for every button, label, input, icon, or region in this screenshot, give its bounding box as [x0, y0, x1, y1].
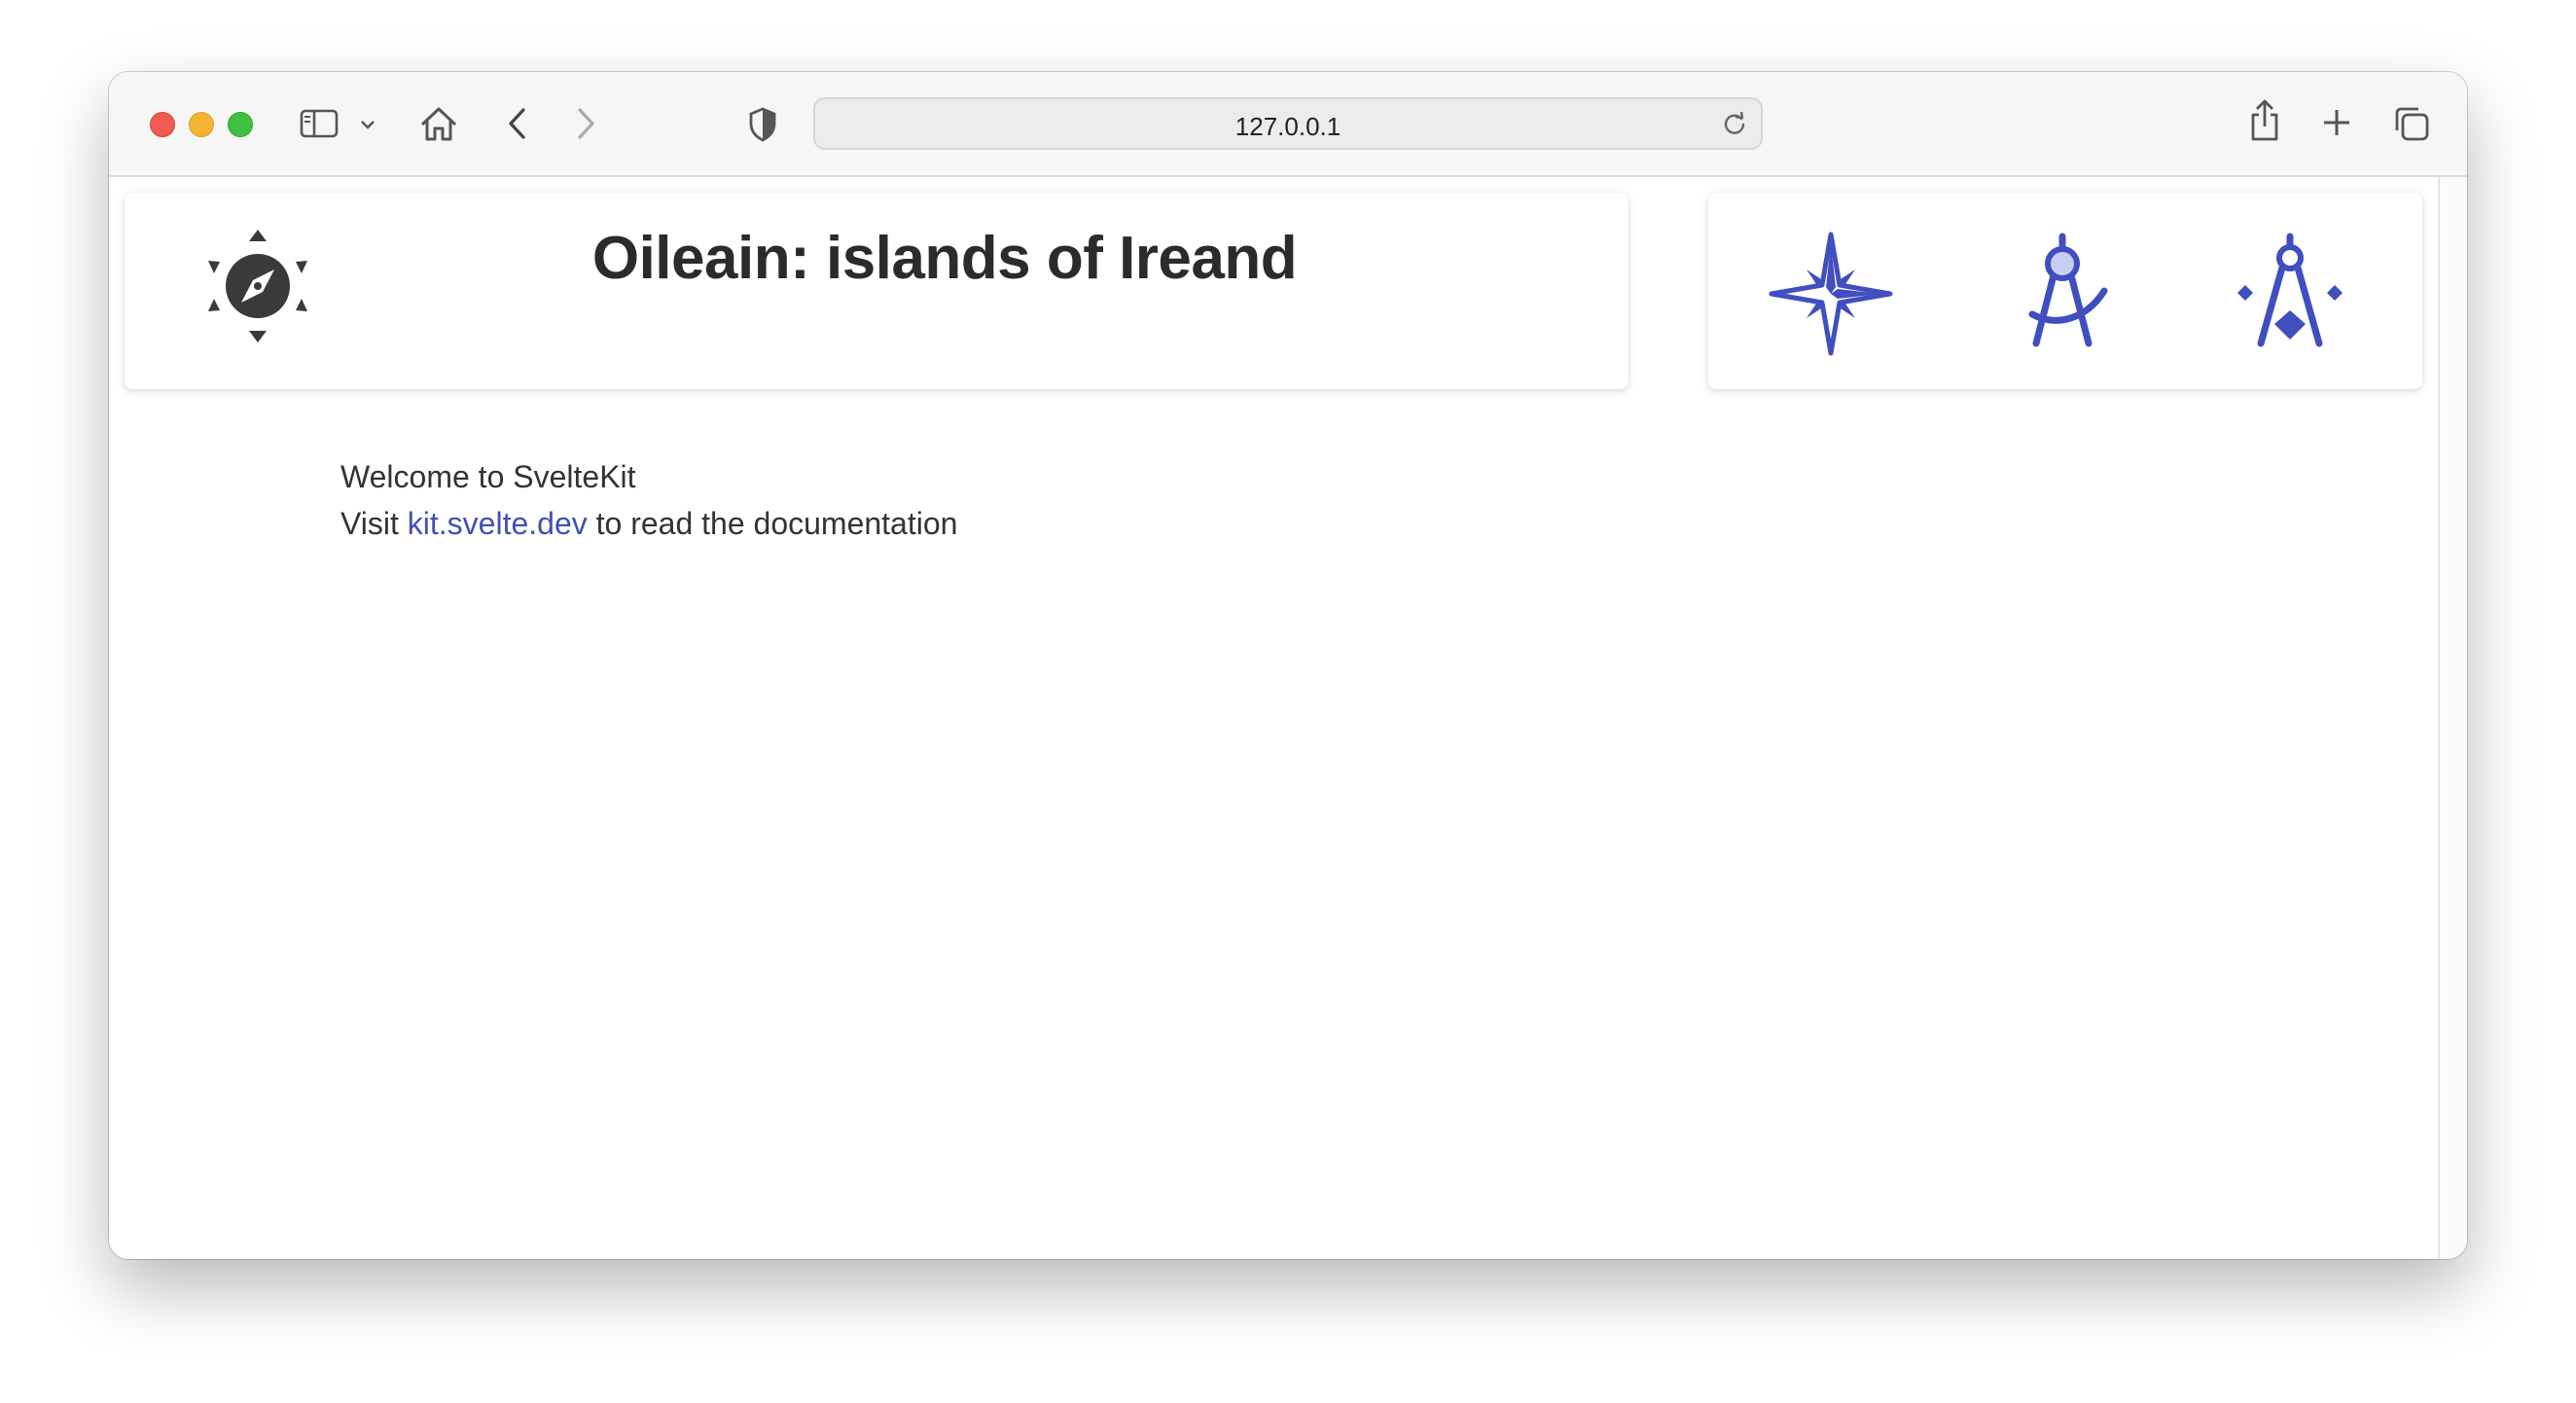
shield-icon[interactable]	[745, 105, 780, 144]
close-window-button[interactable]	[150, 112, 175, 137]
reload-icon[interactable]	[1720, 109, 1749, 138]
browser-toolbar: 127.0.0.1	[109, 72, 2467, 177]
home-icon[interactable]	[416, 103, 461, 144]
back-icon[interactable]	[502, 105, 531, 142]
share-icon[interactable]	[2245, 97, 2284, 144]
plus-icon[interactable]	[2319, 105, 2354, 140]
browser-window: 127.0.0.1 Oileain: islands of Ireand Wel…	[109, 72, 2467, 1259]
docs-link[interactable]: kit.svelte.dev	[408, 506, 588, 541]
forward-icon[interactable]	[572, 105, 601, 142]
sidebar-icon[interactable]	[298, 107, 340, 140]
url-text: 127.0.0.1	[1234, 112, 1342, 141]
page-content: Oileain: islands of Ireand Welcome to Sv…	[109, 177, 2467, 1259]
visit-suffix: to read the documentation	[595, 506, 958, 541]
compass-rose-icon[interactable]	[1763, 226, 1899, 362]
address-bar[interactable]: 127.0.0.1	[813, 97, 1763, 150]
chevron-down-icon[interactable]	[358, 115, 377, 134]
minimize-window-button[interactable]	[189, 112, 214, 137]
welcome-heading: Welcome to SvelteKit	[340, 459, 636, 494]
drawing-compass-icon[interactable]	[1994, 226, 2130, 362]
header-card: Oileain: islands of Ireand	[125, 193, 1628, 389]
compass-sun-icon[interactable]	[204, 226, 311, 346]
welcome-text-block: Welcome to SvelteKit Visit kit.svelte.de…	[340, 453, 957, 547]
scrollbar-track[interactable]	[2438, 177, 2467, 1259]
page-title: Oileain: islands of Ireand	[591, 225, 1298, 292]
nav-card	[1708, 193, 2422, 389]
tabs-icon[interactable]	[2391, 103, 2432, 144]
maximize-window-button[interactable]	[228, 112, 253, 137]
visit-line: Visit kit.svelte.dev to read the documen…	[340, 500, 957, 547]
visit-prefix: Visit	[340, 506, 399, 541]
compass-tools-icon[interactable]	[2222, 226, 2358, 362]
